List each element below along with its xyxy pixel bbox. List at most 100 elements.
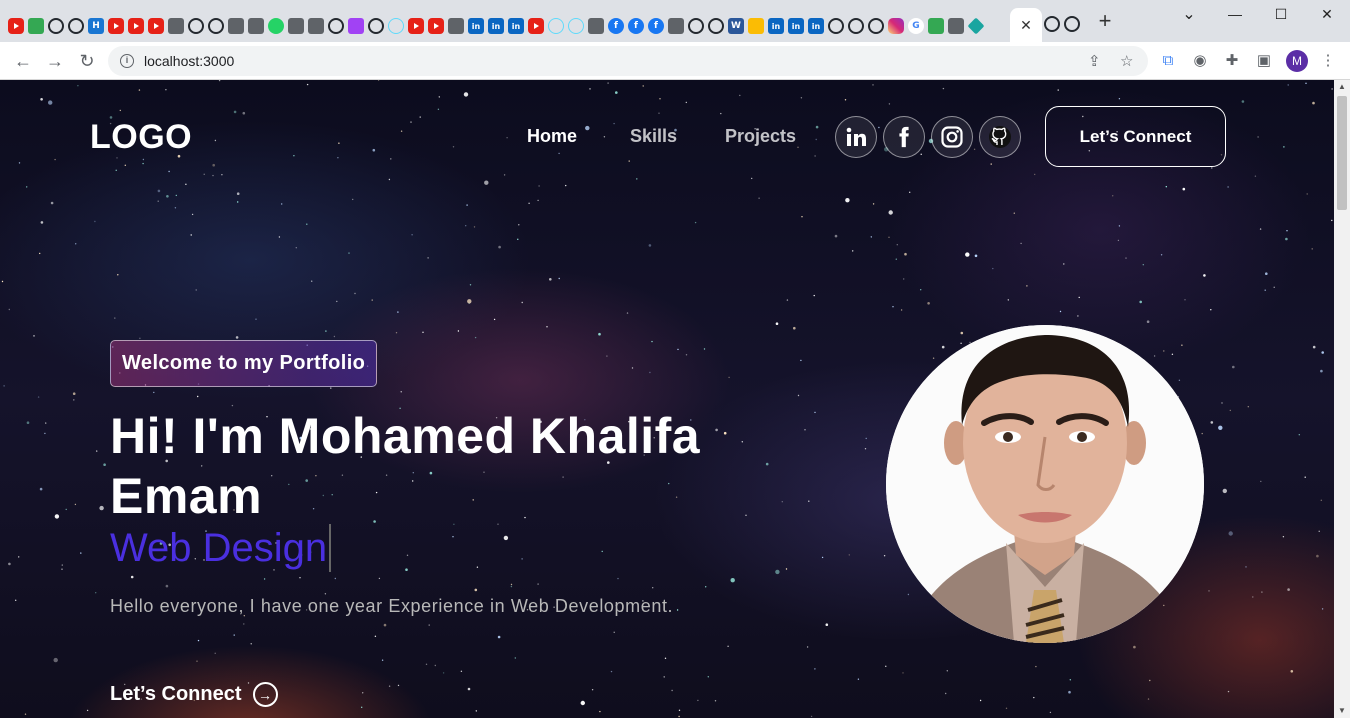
- translate-icon[interactable]: ⧉: [1158, 51, 1178, 71]
- tab-search-icon[interactable]: ⌄: [1174, 4, 1204, 24]
- maximize-button[interactable]: ☐: [1266, 6, 1296, 23]
- youtube-icon[interactable]: [8, 18, 24, 34]
- github-link[interactable]: [979, 116, 1021, 158]
- facebook-icon[interactable]: f: [648, 18, 664, 34]
- nav-link-home[interactable]: Home: [527, 126, 577, 147]
- back-icon[interactable]: ←: [12, 50, 34, 72]
- star: [325, 330, 327, 332]
- facebook-icon[interactable]: f: [608, 18, 624, 34]
- star: [613, 631, 615, 633]
- facebook-link[interactable]: [883, 116, 925, 158]
- linkedin-icon[interactable]: in: [488, 18, 504, 34]
- scrollbar-thumb[interactable]: [1337, 96, 1347, 210]
- star: [920, 289, 922, 291]
- site-favicon-icon[interactable]: [448, 18, 464, 34]
- address-bar[interactable]: i localhost:3000 ⇪ ☆: [108, 46, 1148, 76]
- github-tab-icon[interactable]: [1064, 16, 1080, 32]
- side-panel-icon[interactable]: ▣: [1254, 51, 1274, 71]
- forward-icon[interactable]: →: [44, 50, 66, 72]
- green-app-icon[interactable]: [28, 18, 44, 34]
- scroll-down-arrow-icon[interactable]: ▼: [1338, 706, 1346, 715]
- youtube-icon[interactable]: [128, 18, 144, 34]
- site-favicon-icon[interactable]: [228, 18, 244, 34]
- close-window-button[interactable]: ✕: [1312, 6, 1342, 23]
- site-favicon-icon[interactable]: [588, 18, 604, 34]
- star: [410, 121, 412, 123]
- github-icon[interactable]: [688, 18, 704, 34]
- star: [473, 226, 476, 228]
- h-app-icon[interactable]: H: [88, 18, 104, 34]
- site-favicon-icon[interactable]: [308, 18, 324, 34]
- site-favicon-icon[interactable]: [668, 18, 684, 34]
- youtube-icon[interactable]: [148, 18, 164, 34]
- linkedin-link[interactable]: [835, 116, 877, 158]
- site-info-icon[interactable]: i: [120, 54, 134, 68]
- diamond-app-icon[interactable]: [967, 17, 985, 35]
- close-tab-icon[interactable]: ✕: [1020, 17, 1032, 34]
- github-icon[interactable]: [848, 18, 864, 34]
- linkedin-icon[interactable]: in: [788, 18, 804, 34]
- star: [395, 332, 398, 334]
- linkedin-icon[interactable]: in: [768, 18, 784, 34]
- active-tab[interactable]: ✕: [1010, 8, 1042, 42]
- linkedin-icon[interactable]: in: [808, 18, 824, 34]
- star: [1311, 248, 1313, 250]
- lets-connect-button[interactable]: Let’s Connect: [1045, 106, 1226, 167]
- github-icon[interactable]: [708, 18, 724, 34]
- star: [580, 700, 585, 706]
- drive-icon[interactable]: [748, 18, 764, 34]
- site-logo[interactable]: LOGO: [90, 118, 192, 157]
- youtube-icon[interactable]: [408, 18, 424, 34]
- nav-link-skills[interactable]: Skills: [630, 126, 677, 147]
- purple-app-icon[interactable]: [348, 18, 364, 34]
- google-icon[interactable]: G: [908, 18, 924, 34]
- tab-favicons: Hin in in f f f Win in in G: [8, 16, 988, 36]
- github-icon[interactable]: [68, 18, 84, 34]
- hero-connect-link[interactable]: Let’s Connect →: [110, 682, 278, 707]
- react-icon[interactable]: [388, 18, 404, 34]
- site-favicon-icon[interactable]: [288, 18, 304, 34]
- linkedin-icon[interactable]: in: [468, 18, 484, 34]
- star: [1147, 698, 1150, 700]
- share-icon[interactable]: ⇪: [1088, 52, 1101, 70]
- star: [1287, 84, 1289, 86]
- youtube-icon[interactable]: [108, 18, 124, 34]
- menu-icon[interactable]: ⋮: [1318, 51, 1338, 71]
- github-icon[interactable]: [868, 18, 884, 34]
- github-icon[interactable]: [368, 18, 384, 34]
- github-icon[interactable]: [48, 18, 64, 34]
- youtube-icon[interactable]: [528, 18, 544, 34]
- star: [814, 411, 816, 414]
- green-app-icon[interactable]: [928, 18, 944, 34]
- github-icon[interactable]: [328, 18, 344, 34]
- nav-link-projects[interactable]: Projects: [725, 126, 796, 147]
- new-tab-button[interactable]: +: [1094, 10, 1116, 32]
- site-favicon-icon[interactable]: [248, 18, 264, 34]
- word-icon[interactable]: W: [728, 18, 744, 34]
- instagram-link[interactable]: [931, 116, 973, 158]
- star: [909, 191, 911, 193]
- github-icon[interactable]: [828, 18, 844, 34]
- instagram-icon[interactable]: [888, 18, 904, 34]
- github-icon[interactable]: [188, 18, 204, 34]
- github-tab-icon[interactable]: [1044, 16, 1060, 32]
- react-icon[interactable]: [568, 18, 584, 34]
- react-icon[interactable]: [548, 18, 564, 34]
- extensions-icon[interactable]: ✚: [1222, 51, 1242, 71]
- minimize-button[interactable]: —: [1220, 6, 1250, 22]
- star: [727, 645, 729, 647]
- facebook-icon[interactable]: f: [628, 18, 644, 34]
- star: [626, 312, 629, 314]
- site-favicon-icon[interactable]: [168, 18, 184, 34]
- reload-icon[interactable]: ↻: [76, 50, 98, 72]
- profile-avatar[interactable]: M: [1286, 50, 1308, 72]
- linkedin-icon[interactable]: in: [508, 18, 524, 34]
- youtube-icon[interactable]: [428, 18, 444, 34]
- camera-icon[interactable]: ◉: [1190, 51, 1210, 71]
- url-text[interactable]: localhost:3000: [144, 53, 234, 69]
- site-favicon-icon[interactable]: [948, 18, 964, 34]
- github-icon[interactable]: [208, 18, 224, 34]
- scroll-up-arrow-icon[interactable]: ▲: [1338, 82, 1346, 91]
- whatsapp-icon[interactable]: [268, 18, 284, 34]
- bookmark-star-icon[interactable]: ☆: [1120, 52, 1133, 70]
